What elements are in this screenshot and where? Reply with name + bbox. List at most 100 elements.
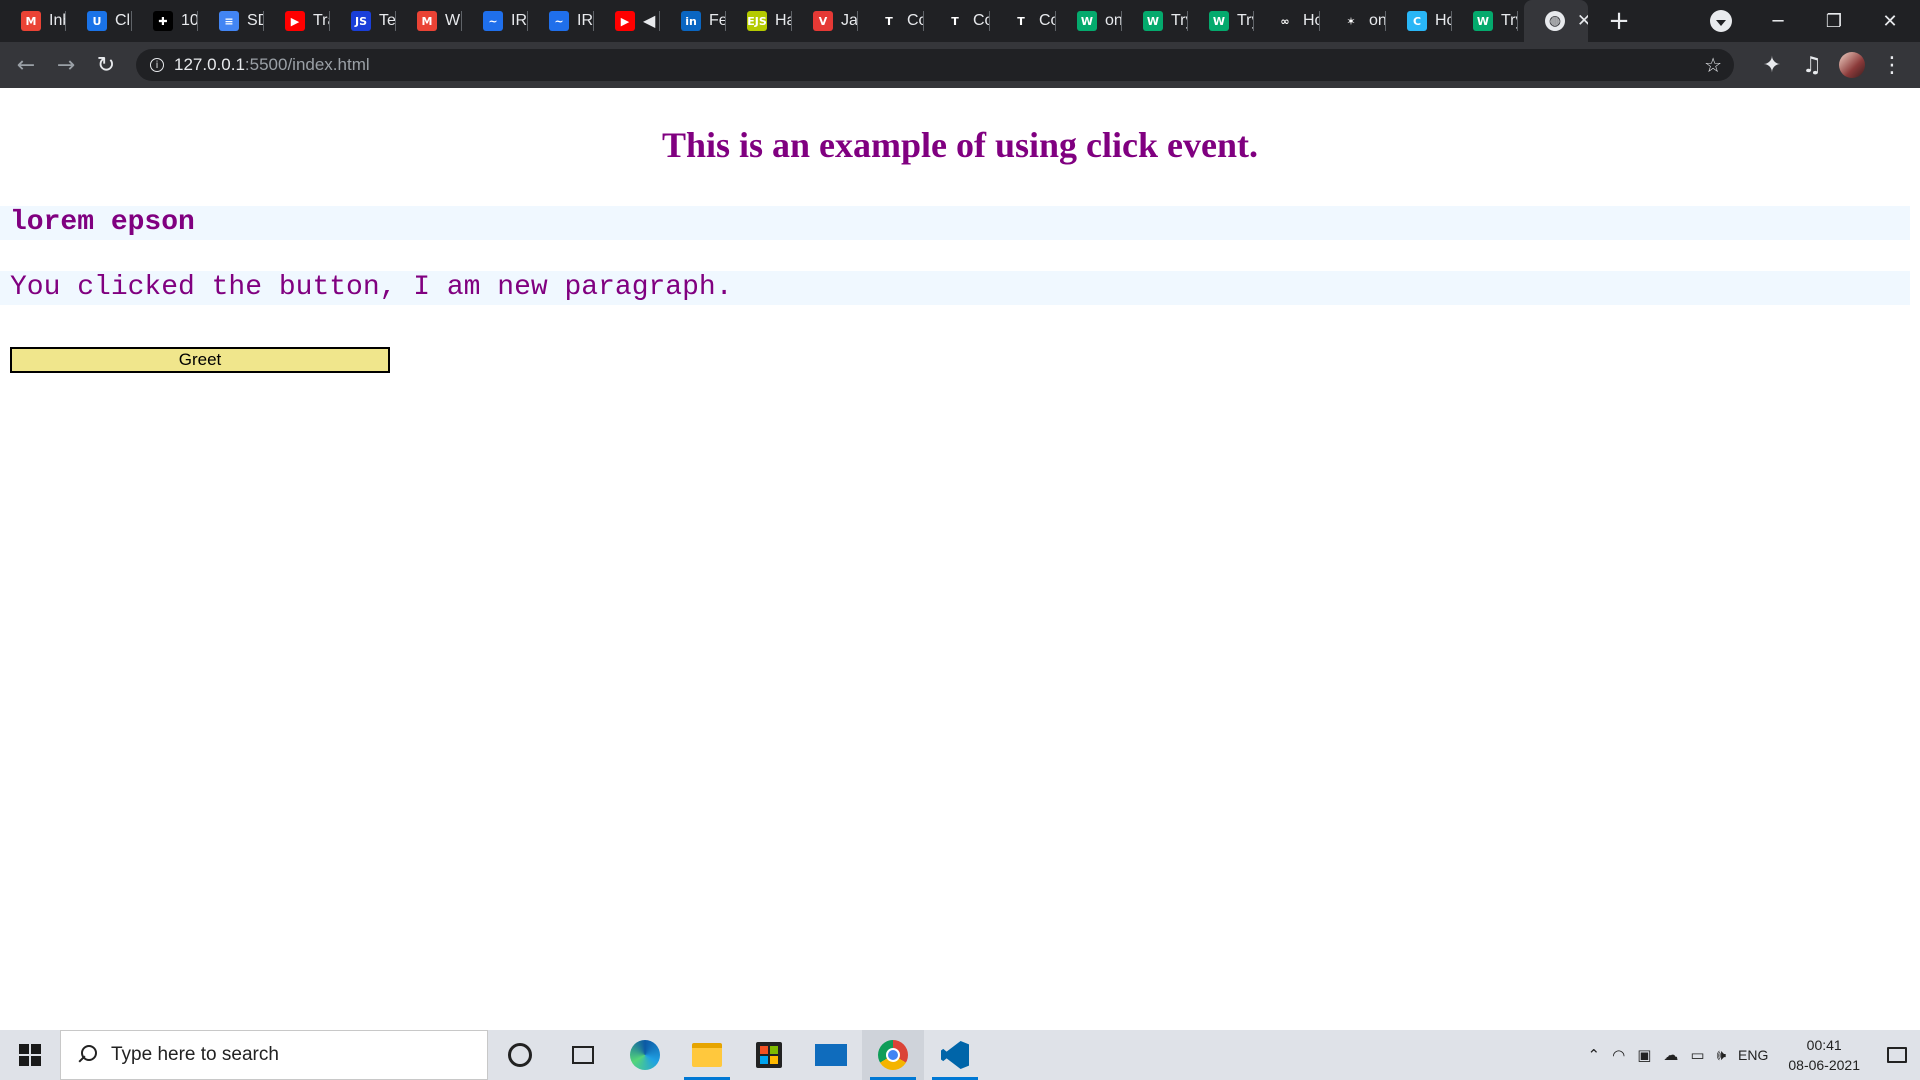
clock[interactable]: 00:41 08-06-2021	[1774, 1030, 1874, 1080]
mail-app[interactable]	[800, 1030, 862, 1080]
tab-title: Wi	[445, 12, 462, 29]
linkedin-icon: in	[681, 11, 701, 31]
browser-tab[interactable]: ▶ Tra	[264, 0, 330, 42]
browser-tab[interactable]: M Inbox	[0, 0, 66, 42]
browser-tab[interactable]: ≡ SD	[198, 0, 264, 42]
youtube-icon: ▶	[285, 11, 305, 31]
vscode-icon	[941, 1041, 969, 1069]
tab-search-icon[interactable]	[1710, 10, 1732, 32]
wifi-icon[interactable]: ◠	[1606, 1030, 1631, 1080]
browser-tab[interactable]: ~ IRI	[528, 0, 594, 42]
cortana-button[interactable]	[488, 1030, 552, 1080]
close-window-button[interactable]: ✕	[1862, 0, 1918, 42]
browser-tab[interactable]: ▶ ◀	[594, 0, 660, 42]
vscode-app[interactable]	[924, 1030, 986, 1080]
browser-tab[interactable]: JS Te	[330, 0, 396, 42]
onedrive-icon[interactable]: ☁	[1657, 1030, 1684, 1080]
system-tray: ⌃ ◠ ▣ ☁ ▭ 🕪 ENG 00:41 08-06-2021	[1582, 1030, 1920, 1080]
reload-icon[interactable]: ↻	[86, 45, 126, 85]
notification-icon	[1887, 1047, 1907, 1063]
taskbar-search[interactable]: Type here to search	[60, 1030, 488, 1080]
search-placeholder: Type here to search	[111, 1044, 279, 1065]
meet-now-icon[interactable]: ▣	[1631, 1030, 1657, 1080]
browser-tab[interactable]: ✶ on	[1320, 0, 1386, 42]
tab-title: Inbox	[49, 12, 66, 29]
browser-tab[interactable]: ~ IRI	[462, 0, 528, 42]
browser-tab[interactable]: U Click	[66, 0, 132, 42]
mail-icon	[815, 1044, 847, 1066]
greet-button[interactable]: Greet	[10, 347, 390, 373]
browser-tab[interactable]: C Hc	[1386, 0, 1452, 42]
browser-tab[interactable]: T Co	[858, 0, 924, 42]
browser-tab[interactable]: W Try	[1122, 0, 1188, 42]
avatar	[1839, 52, 1865, 78]
tab-list: MInboxUClick✚10≡SD▶TraJSTeMWi~IRI~IRI▶◀i…	[0, 0, 1518, 42]
url-path: :5500/index.html	[244, 55, 370, 74]
chevron-up-icon[interactable]: ⌃	[1582, 1030, 1607, 1080]
tab-title: IRI	[511, 12, 528, 29]
file-explorer-app[interactable]	[676, 1030, 738, 1080]
volume-icon[interactable]: 🕪	[1711, 1030, 1732, 1080]
lorem-text: lorem epson	[0, 206, 1910, 240]
site-info-icon[interactable]: i	[150, 58, 164, 72]
tab-title: Try	[1237, 12, 1254, 29]
tab-title: on	[1369, 12, 1386, 29]
cortana-icon	[508, 1043, 532, 1067]
tab-strip: MInboxUClick✚10≡SD▶TraJSTeMWi~IRI~IRI▶◀i…	[0, 0, 1920, 42]
language-indicator[interactable]: ENG	[1732, 1030, 1774, 1080]
minimize-button[interactable]: ─	[1750, 0, 1806, 42]
w3-icon: W	[1473, 11, 1493, 31]
web-page: This is an example of using click event.…	[0, 88, 1920, 1030]
tab-title: Tra	[313, 12, 330, 29]
tab-title: Try	[1501, 12, 1518, 29]
browser-tab[interactable]: ✚ 10	[132, 0, 198, 42]
tab-title: IRI	[577, 12, 594, 29]
new-tab-button[interactable]: +	[1604, 6, 1634, 36]
docs-icon: ≡	[219, 11, 239, 31]
plus-badge-icon: ✚	[153, 11, 173, 31]
media-control-icon[interactable]: ♫	[1792, 45, 1832, 85]
tab-title: Try	[1171, 12, 1188, 29]
browser-tab[interactable]: W Try	[1188, 0, 1254, 42]
store-app[interactable]	[738, 1030, 800, 1080]
bookmark-star-icon[interactable]: ☆	[1704, 53, 1722, 77]
tab-title: Fe	[709, 12, 726, 29]
active-tab[interactable]: ◍ ✕	[1524, 0, 1588, 42]
task-view-icon	[572, 1046, 594, 1064]
extensions-puzzle-icon[interactable]: ✦	[1752, 45, 1792, 85]
browser-tab[interactable]: in Fe	[660, 0, 726, 42]
forward-arrow-icon[interactable]: →	[46, 45, 86, 85]
restore-button[interactable]: ❐	[1806, 0, 1862, 42]
battery-icon[interactable]: ▭	[1684, 1030, 1710, 1080]
edge-app[interactable]	[614, 1030, 676, 1080]
browser-tab[interactable]: EJS Ha	[726, 0, 792, 42]
browser-tab[interactable]: W Try	[1452, 0, 1518, 42]
task-view-button[interactable]	[552, 1030, 614, 1080]
profile-avatar[interactable]	[1832, 45, 1872, 85]
browser-tab[interactable]: V Jav	[792, 0, 858, 42]
tab-title: SD	[247, 12, 264, 29]
t-icon: T	[1011, 11, 1031, 31]
browser-tab[interactable]: T Co	[990, 0, 1056, 42]
close-tab-icon[interactable]: ✕	[1577, 11, 1588, 31]
tab-title: Co	[907, 12, 924, 29]
new-paragraph: You clicked the button, I am new paragra…	[0, 271, 1910, 305]
clock-date: 08-06-2021	[1788, 1057, 1860, 1073]
browser-tab[interactable]: M Wi	[396, 0, 462, 42]
back-arrow-icon[interactable]: ←	[6, 45, 46, 85]
address-bar[interactable]: i 127.0.0.1:5500/index.html ☆	[136, 49, 1734, 81]
start-button[interactable]	[0, 1030, 60, 1080]
browser-tab[interactable]: T Co	[924, 0, 990, 42]
wave-icon: ~	[483, 11, 503, 31]
menu-kebab-icon[interactable]: ⋮	[1872, 45, 1912, 85]
chrome-app[interactable]	[862, 1030, 924, 1080]
js-icon: JS	[351, 11, 371, 31]
browser-tab[interactable]: ∞ Hc	[1254, 0, 1320, 42]
windows-logo-icon	[19, 1044, 41, 1066]
browser-tab[interactable]: Won	[1056, 0, 1122, 42]
c-icon: C	[1407, 11, 1427, 31]
tab-title: 10	[181, 12, 198, 29]
tab-title: Te	[379, 12, 396, 29]
action-center-button[interactable]	[1874, 1030, 1920, 1080]
tab-title: Ha	[775, 12, 792, 29]
